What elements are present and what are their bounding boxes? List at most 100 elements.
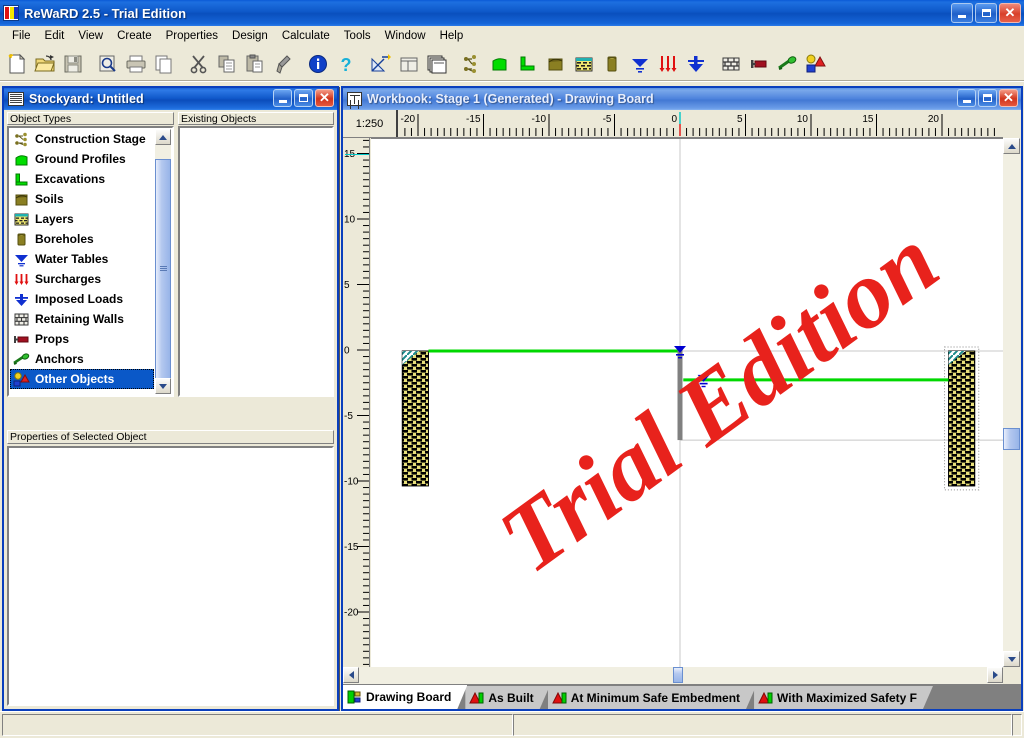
retaining-wall-icon[interactable] bbox=[718, 51, 744, 77]
measure-icon[interactable] bbox=[368, 51, 394, 77]
cut-icon[interactable] bbox=[186, 51, 212, 77]
as-built-tab-icon bbox=[469, 691, 484, 705]
scrollbar-thumb[interactable] bbox=[155, 159, 171, 379]
menu-edit[interactable]: Edit bbox=[38, 28, 72, 44]
surcharge-icon[interactable] bbox=[655, 51, 681, 77]
object-type-other-objects[interactable]: Other Objects bbox=[10, 369, 154, 389]
menu-view[interactable]: View bbox=[71, 28, 110, 44]
object-type-surcharges[interactable]: Surcharges bbox=[10, 269, 154, 289]
menu-window[interactable]: Window bbox=[378, 28, 433, 44]
object-type-props[interactable]: Props bbox=[10, 329, 154, 349]
prop-icon[interactable] bbox=[746, 51, 772, 77]
workbook-maximize-button[interactable] bbox=[978, 89, 997, 107]
svg-text:-5: -5 bbox=[603, 114, 612, 125]
copy-icon[interactable] bbox=[214, 51, 240, 77]
menu-properties[interactable]: Properties bbox=[159, 28, 225, 44]
object-type-soils[interactable]: Soils bbox=[10, 189, 154, 209]
object-type-label: Construction Stage bbox=[35, 132, 146, 146]
app-title: ReWaRD 2.5 - Trial Edition bbox=[24, 5, 187, 21]
existing-objects-list[interactable] bbox=[178, 126, 334, 397]
restore-button[interactable] bbox=[975, 3, 997, 23]
ground-profile-icon[interactable] bbox=[487, 51, 513, 77]
paste-icon[interactable] bbox=[242, 51, 268, 77]
ground-profile-icon bbox=[13, 152, 30, 167]
workbook-vertical-scrollbar[interactable] bbox=[1003, 138, 1020, 667]
workbook-scroll-right-button[interactable] bbox=[987, 667, 1003, 683]
scroll-up-button[interactable] bbox=[155, 129, 171, 145]
stockyard-maximize-button[interactable] bbox=[294, 89, 313, 107]
scale-indicator[interactable]: 1:250 bbox=[343, 110, 398, 137]
open-icon[interactable] bbox=[32, 51, 58, 77]
workbook-horizontal-scrollbar[interactable] bbox=[343, 667, 1003, 684]
status-panel-1 bbox=[2, 714, 513, 736]
object-type-label: Boreholes bbox=[35, 232, 94, 246]
imposed-load-icon[interactable] bbox=[683, 51, 709, 77]
layer-icon[interactable] bbox=[571, 51, 597, 77]
save-icon[interactable] bbox=[60, 51, 86, 77]
print-preview-icon[interactable] bbox=[95, 51, 121, 77]
properties-panel[interactable] bbox=[7, 446, 334, 706]
soil-icon[interactable] bbox=[543, 51, 569, 77]
workbook-close-button[interactable]: ✕ bbox=[999, 89, 1018, 107]
object-types-scrollbar[interactable] bbox=[155, 129, 171, 394]
water-table-icon[interactable] bbox=[627, 51, 653, 77]
construction-stage-icon[interactable] bbox=[459, 51, 485, 77]
object-types-list[interactable]: Construction Stage Ground Profiles Excav… bbox=[7, 126, 174, 397]
borehole-icon[interactable] bbox=[599, 51, 625, 77]
object-type-label: Props bbox=[35, 332, 70, 346]
info-icon[interactable] bbox=[305, 51, 331, 77]
borehole-icon bbox=[13, 232, 30, 247]
stockyard-titlebar: Stockyard: Untitled ✕ bbox=[4, 88, 337, 110]
svg-text:10: 10 bbox=[344, 215, 356, 226]
menu-file[interactable]: File bbox=[5, 28, 38, 44]
object-type-layers[interactable]: Layers bbox=[10, 209, 154, 229]
object-type-construction-stage[interactable]: Construction Stage bbox=[10, 129, 154, 149]
copy-page-icon[interactable] bbox=[151, 51, 177, 77]
print-icon[interactable] bbox=[123, 51, 149, 77]
workbook-vscroll-thumb[interactable] bbox=[1003, 428, 1020, 450]
scroll-down-button[interactable] bbox=[155, 378, 171, 394]
workbook-scroll-up-button[interactable] bbox=[1003, 138, 1020, 154]
stockyard-icon[interactable] bbox=[396, 51, 422, 77]
anchor-icon[interactable] bbox=[774, 51, 800, 77]
object-type-water-tables[interactable]: Water Tables bbox=[10, 249, 154, 269]
format-painter-icon[interactable] bbox=[270, 51, 296, 77]
minimize-button[interactable] bbox=[951, 3, 973, 23]
menu-tools[interactable]: Tools bbox=[337, 28, 378, 44]
object-type-label: Excavations bbox=[35, 172, 106, 186]
workbook-scroll-down-button[interactable] bbox=[1003, 651, 1020, 667]
stockyard-minimize-button[interactable] bbox=[273, 89, 292, 107]
workbook-minimize-button[interactable] bbox=[957, 89, 976, 107]
workbook-scroll-left-button[interactable] bbox=[343, 667, 359, 683]
tab-as-built[interactable]: As Built bbox=[465, 686, 549, 709]
object-type-excavations[interactable]: Excavations bbox=[10, 169, 154, 189]
tab-at-minimum-safe-embedment[interactable]: At Minimum Safe Embedment bbox=[548, 686, 756, 709]
menu-design[interactable]: Design bbox=[225, 28, 275, 44]
help-icon[interactable]: ? bbox=[333, 51, 359, 77]
main-toolbar: ? bbox=[0, 46, 1024, 82]
tab-drawing-board[interactable]: Drawing Board bbox=[343, 685, 467, 709]
excavation-icon[interactable] bbox=[515, 51, 541, 77]
workbook-icon[interactable] bbox=[424, 51, 450, 77]
object-type-retaining-walls[interactable]: Retaining Walls bbox=[10, 309, 154, 329]
tab-with-maximized-safety[interactable]: With Maximized Safety F bbox=[754, 686, 933, 709]
object-types-items: Construction Stage Ground Profiles Excav… bbox=[10, 129, 154, 394]
drawing-canvas[interactable]: Trial Edition bbox=[371, 138, 1003, 667]
tab-label: As Built bbox=[488, 690, 534, 705]
menu-create[interactable]: Create bbox=[110, 28, 159, 44]
object-type-anchors[interactable]: Anchors bbox=[10, 349, 154, 369]
object-type-boreholes[interactable]: Boreholes bbox=[10, 229, 154, 249]
object-type-label: Imposed Loads bbox=[35, 292, 124, 306]
other-objects-icon[interactable] bbox=[802, 51, 828, 77]
svg-text:5: 5 bbox=[344, 280, 350, 291]
new-icon[interactable] bbox=[4, 51, 30, 77]
stockyard-close-button[interactable]: ✕ bbox=[315, 89, 334, 107]
menu-calculate[interactable]: Calculate bbox=[275, 28, 337, 44]
tab-label: At Minimum Safe Embedment bbox=[570, 690, 741, 705]
close-button[interactable]: ✕ bbox=[999, 3, 1021, 23]
menu-help[interactable]: Help bbox=[433, 28, 471, 44]
object-type-ground-profiles[interactable]: Ground Profiles bbox=[10, 149, 154, 169]
min-safe-embedment-tab-icon bbox=[552, 691, 567, 705]
object-type-imposed-loads[interactable]: Imposed Loads bbox=[10, 289, 154, 309]
workbook-hscroll-thumb[interactable] bbox=[673, 667, 683, 683]
